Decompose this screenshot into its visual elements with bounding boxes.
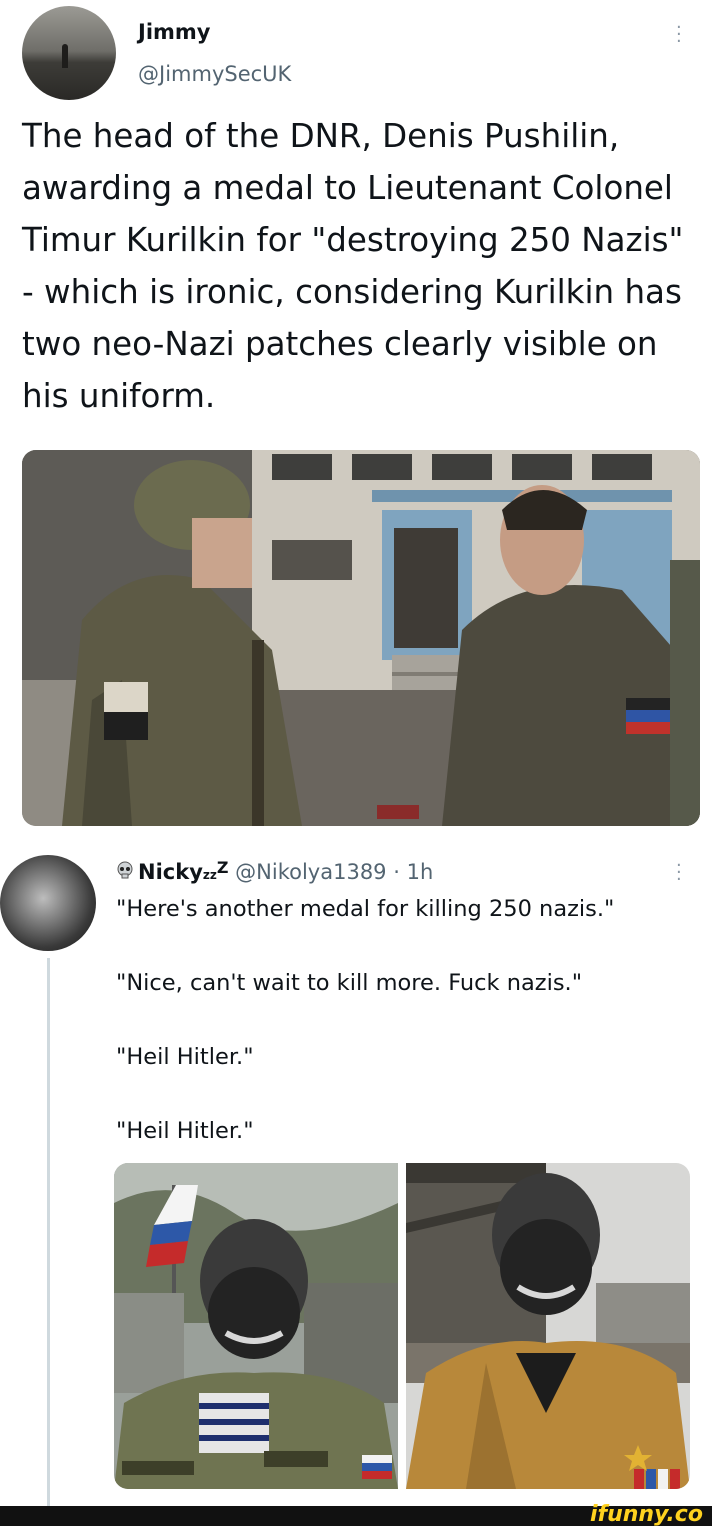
reply-author-name[interactable]: Nicky (138, 860, 203, 884)
name-suffix-big: Z (216, 858, 229, 877)
reply-photo-right[interactable] (406, 1163, 690, 1489)
reply-avatar[interactable] (0, 855, 96, 951)
author-handle[interactable]: @JimmySecUK (138, 62, 291, 86)
reply-timestamp[interactable]: 1h (407, 860, 434, 884)
photo-left-scene (114, 1163, 398, 1489)
tweet-photo[interactable] (22, 450, 700, 826)
meta-separator: · (393, 860, 400, 884)
author-name[interactable]: Jimmy (138, 20, 210, 44)
reply-author-handle[interactable]: @Nikolya1389 (235, 860, 386, 884)
reply-header: NickyzzZ @Nikolya1389 · 1h (116, 858, 433, 884)
reply-line-3: "Heil Hitler." (116, 1044, 254, 1070)
avatar-silhouette (62, 44, 68, 68)
reply-line-4: "Heil Hitler." (116, 1118, 254, 1144)
reply-line-2: "Nice, can't wait to kill more. Fuck naz… (116, 970, 583, 996)
reply-line-1: "Here's another medal for killing 250 na… (116, 896, 615, 922)
more-vertical-icon[interactable]: · · · (676, 19, 682, 51)
reply-photos[interactable] (114, 1163, 690, 1489)
reply-photo-left[interactable] (114, 1163, 398, 1489)
name-suffix-small: zz (202, 868, 217, 882)
more-vertical-icon[interactable]: · · · (676, 857, 682, 889)
skull-icon (116, 860, 138, 884)
photo-scene (22, 450, 700, 826)
tweet-text: The head of the DNR, Denis Pushilin, awa… (22, 117, 684, 415)
author-avatar[interactable] (22, 6, 116, 100)
thread-line (47, 958, 50, 1506)
photo-right-scene (406, 1163, 690, 1489)
ifunny-watermark: ifunny.co (590, 1502, 703, 1527)
